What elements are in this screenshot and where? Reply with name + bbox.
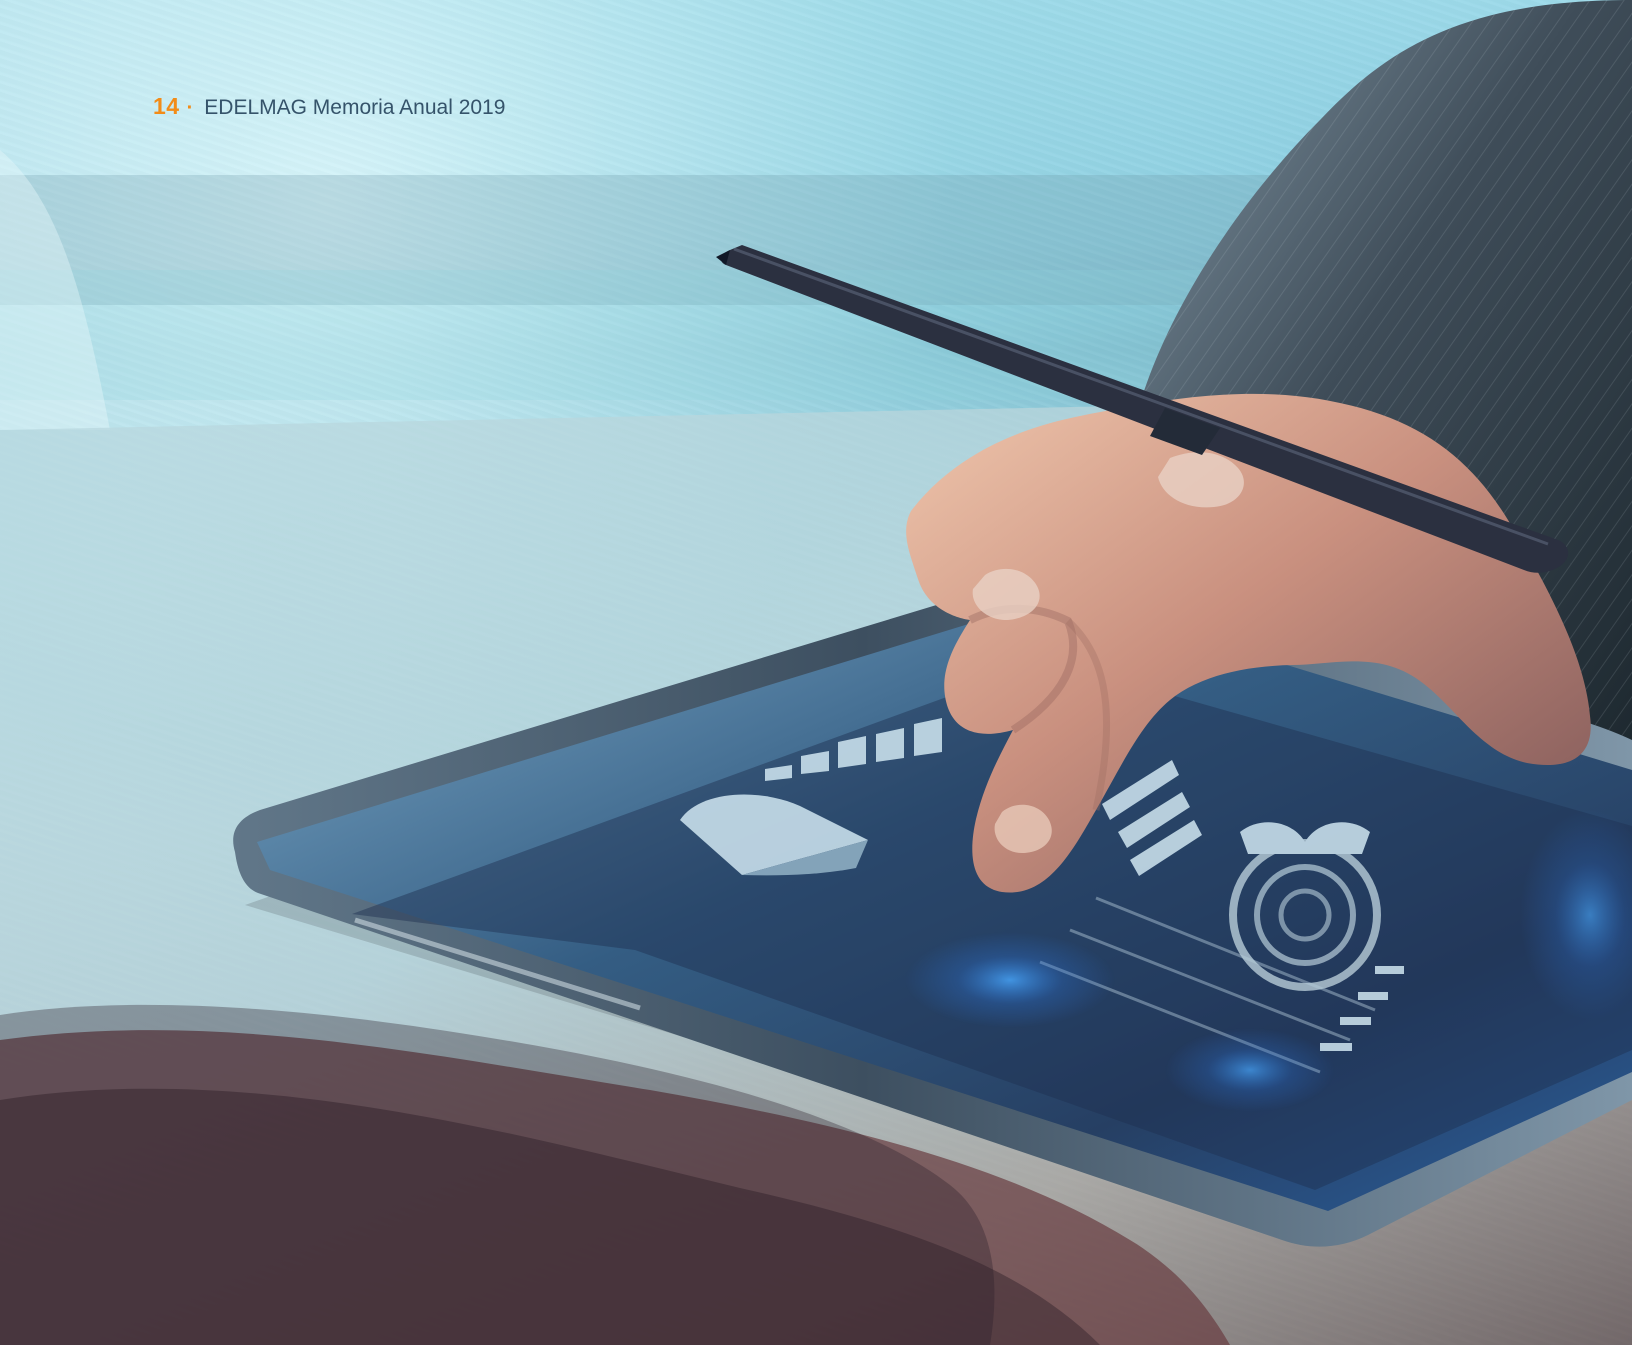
tablet-stylus-business-photo-icon <box>0 0 1632 1345</box>
annual-report-page: 14 · EDELMAG Memoria Anual 2019 <box>0 0 1632 1345</box>
publication-title: EDELMAG Memoria Anual 2019 <box>204 96 506 119</box>
page-number: 14 <box>153 93 180 119</box>
header-separator: · <box>186 97 194 119</box>
page-header: 14 · EDELMAG Memoria Anual 2019 <box>153 93 505 120</box>
